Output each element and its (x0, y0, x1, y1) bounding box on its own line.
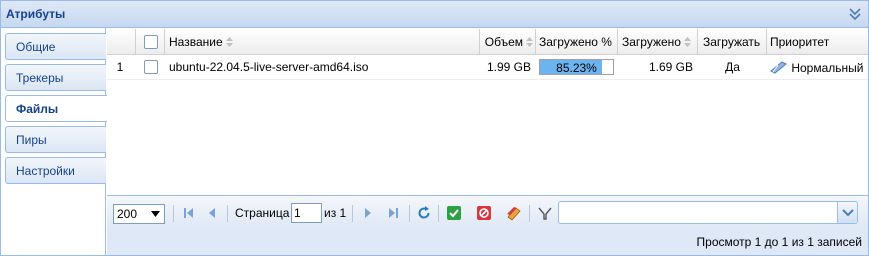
tab-sidebar: Общие Трекеры Файлы Пиры Настройки (1, 28, 107, 255)
select-all-checkbox[interactable] (144, 35, 158, 49)
toolbar-divider (173, 205, 174, 222)
pager-toolbar: 200 Страница 1 из 1 (107, 195, 868, 228)
progress-bar: 85.23% (539, 59, 614, 75)
tab-files-label: Файлы (16, 102, 59, 116)
column-name-label: Название (169, 35, 223, 49)
rownum-header (107, 29, 136, 55)
tab-settings[interactable]: Настройки (5, 157, 106, 184)
tab-general[interactable]: Общие (5, 33, 106, 60)
tab-peers-label: Пиры (16, 133, 47, 147)
sort-icon (225, 37, 233, 47)
tab-trackers-label: Трекеры (16, 71, 64, 85)
tab-settings-label: Настройки (16, 164, 75, 178)
table-row[interactable]: 1 ubuntu-22.04.5-live-server-amd64.iso 1… (107, 55, 868, 80)
priority-edit-icon[interactable] (506, 205, 522, 221)
select-all-header (136, 29, 165, 55)
column-priority[interactable]: Приоритет (767, 29, 868, 55)
tab-files[interactable]: Файлы (5, 95, 107, 122)
toolbar-divider (352, 205, 353, 222)
panel-header: Атрибуты (1, 1, 868, 28)
downloaded-amount: 1.69 GB (648, 60, 693, 74)
chevron-down-icon (151, 211, 160, 217)
toolbar-divider (438, 205, 439, 222)
file-name: ubuntu-22.04.5-live-server-amd64.iso (169, 60, 369, 74)
column-download-label: Загружать (703, 35, 761, 49)
column-downloaded-label: Загружено (622, 35, 681, 49)
tab-peers[interactable]: Пиры (5, 126, 106, 153)
first-page-icon[interactable] (180, 205, 196, 221)
tab-trackers[interactable]: Трекеры (5, 64, 106, 91)
status-bar: Просмотр 1 до 1 из 1 записей (107, 228, 868, 255)
filter-input[interactable] (558, 201, 858, 224)
progress-text: 85.23% (556, 61, 597, 75)
files-grid: Название Объем Загружено % Загружено Заг… (107, 29, 868, 195)
filter-dropdown-button[interactable] (837, 202, 857, 223)
collapse-icon[interactable] (848, 6, 862, 22)
column-download[interactable]: Загружать (698, 29, 767, 55)
page-label: Страница (235, 206, 290, 220)
cancel-icon[interactable] (476, 205, 492, 221)
check-icon[interactable] (446, 205, 462, 221)
panel-title: Атрибуты (6, 7, 66, 21)
sort-icon (526, 37, 533, 47)
page-size-value: 200 (117, 207, 138, 221)
column-size[interactable]: Объем (480, 29, 536, 55)
chevron-down-icon (842, 209, 854, 217)
priority-value: Нормальный (791, 61, 864, 75)
page-input[interactable]: 1 (291, 203, 322, 223)
page-count: из 1 (324, 206, 347, 220)
row-select-cell (136, 55, 165, 80)
column-priority-label: Приоритет (770, 35, 830, 49)
last-page-icon[interactable] (386, 205, 402, 221)
column-name[interactable]: Название (165, 29, 480, 55)
row-checkbox[interactable] (144, 60, 158, 74)
grid-header: Название Объем Загружено % Загружено Заг… (107, 29, 868, 55)
priority-icon (770, 61, 787, 74)
toolbar-divider (409, 205, 410, 222)
priority-cell[interactable]: Нормальный (767, 55, 868, 80)
column-size-label: Объем (484, 35, 523, 49)
next-page-icon[interactable] (360, 205, 376, 221)
toolbar-divider (227, 205, 228, 222)
records-info: Просмотр 1 до 1 из 1 записей (696, 235, 862, 249)
column-done-pct[interactable]: Загружено % (536, 29, 618, 55)
row-number: 1 (116, 60, 124, 74)
toolbar-divider (529, 205, 530, 222)
column-downloaded[interactable]: Загружено (618, 29, 698, 55)
tab-general-label: Общие (16, 40, 56, 54)
attributes-panel: Атрибуты Общие Трекеры Файлы Пиры Настро… (0, 0, 869, 256)
refresh-icon[interactable] (416, 205, 432, 221)
sort-icon (683, 37, 691, 47)
progress-cell: 85.23% (536, 55, 618, 80)
filter-icon[interactable] (537, 205, 553, 221)
download-flag: Да (725, 60, 740, 74)
prev-page-icon[interactable] (204, 205, 220, 221)
page-size-select[interactable]: 200 (113, 204, 165, 224)
column-done-pct-label: Загружено % (539, 35, 612, 49)
file-size: 1.99 GB (486, 60, 531, 74)
